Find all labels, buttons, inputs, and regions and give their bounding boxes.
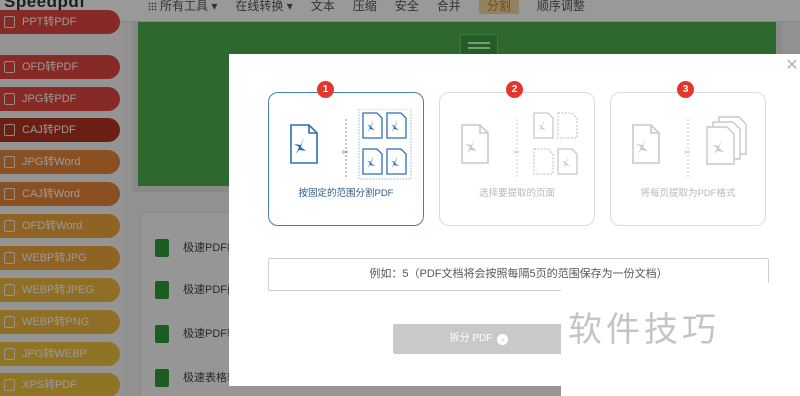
extract-each-page-option[interactable]: 3 ✂ 将每页提取为PDF格式 — [610, 81, 766, 226]
svg-text:✂: ✂ — [342, 148, 349, 157]
close-icon[interactable]: ✕ — [784, 58, 800, 74]
split-range-illustration: ✂ — [290, 109, 412, 180]
split-button-label: 拆分 PDF — [449, 333, 493, 344]
arrow-right-icon: › — [497, 334, 509, 345]
option-label: 将每页提取为PDF格式 — [640, 188, 736, 199]
step-badge: 3 — [677, 81, 694, 98]
extract-each-illustration: ✂ — [632, 116, 747, 177]
step-badge: 2 — [506, 81, 523, 98]
watermark-text: 软件技巧 — [568, 310, 720, 350]
option-label: 按固定的范围分割PDF — [298, 188, 394, 199]
split-pdf-button[interactable]: 拆分 PDF › — [393, 324, 565, 354]
svg-text:✂: ✂ — [684, 148, 691, 157]
pdf-file-icon — [290, 124, 318, 164]
extract-pages-illustration: ✂ — [461, 112, 578, 177]
option-label: 选择要提取的页面 — [478, 188, 555, 199]
svg-text:✂: ✂ — [513, 148, 520, 157]
step-badge: 1 — [317, 81, 334, 98]
split-by-range-option[interactable]: 1 ✂ 按固定的范围分割PDF — [268, 81, 424, 226]
extract-pages-option[interactable]: 2 ✂ 选择要提取的页面 — [439, 81, 595, 226]
